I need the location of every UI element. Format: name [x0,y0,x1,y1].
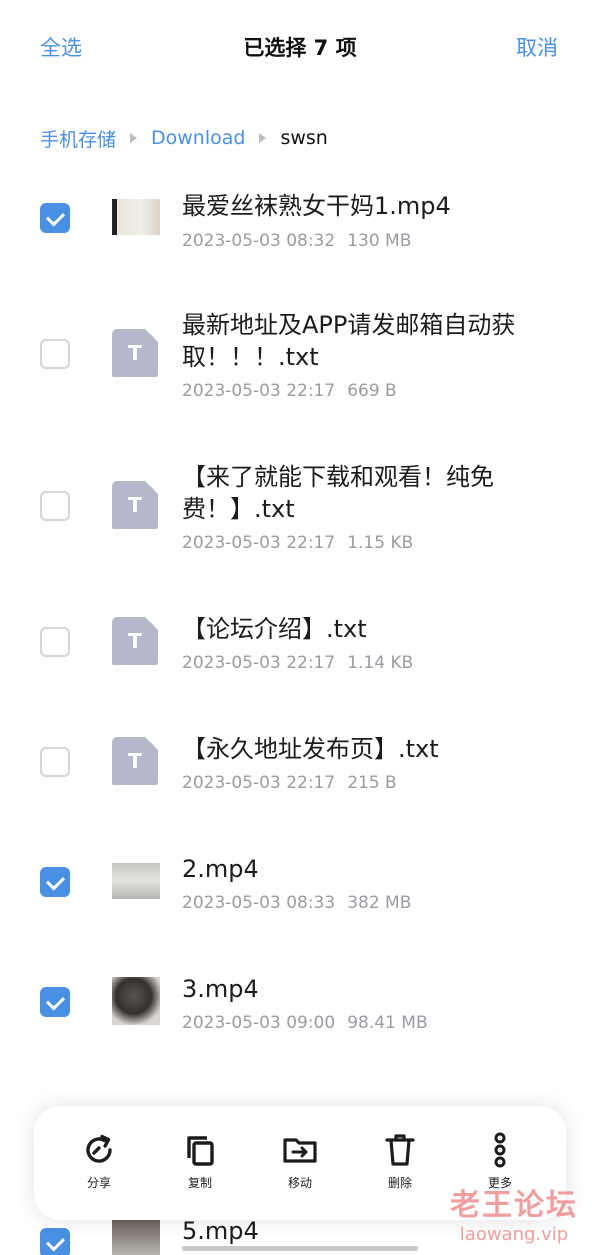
move-label: 移动 [287,1176,312,1190]
video-thumbnail [112,1220,160,1255]
checkbox-unchecked[interactable] [40,339,70,369]
checkbox-unchecked[interactable] [40,627,70,657]
checkbox-unchecked[interactable] [40,491,70,521]
video-thumbnail [112,193,160,241]
file-date: 2023-05-03 22:17 [182,381,336,401]
delete-label: 删除 [387,1176,412,1190]
copy-button[interactable]: 复制 [160,1132,240,1191]
file-row[interactable]: 最爱丝袜熟女干妈1.mp4 2023-05-03 08:32 130 MB [0,186,600,266]
file-date: 2023-05-03 08:33 [182,893,336,913]
file-size: 98.41 MB [347,1013,428,1033]
file-name: 2.mp4 [182,855,259,883]
watermark: 老王论坛 laowang.vip [444,1180,584,1245]
move-folder-icon [283,1138,317,1163]
file-name: 【论坛介绍】.txt [182,615,367,643]
video-thumbnail [112,857,160,905]
breadcrumb: 手机存储 Download swsn [40,124,328,152]
share-button[interactable]: 分享 [59,1132,139,1191]
file-meta: 2023-05-03 08:33 382 MB [182,893,411,913]
file-row[interactable]: 3.mp4 2023-05-03 09:00 98.41 MB [0,972,600,1042]
file-meta: 2023-05-03 22:17 215 B [182,773,397,793]
file-meta: 2023-05-03 09:00 98.41 MB [182,1013,428,1033]
more-icon [494,1132,506,1168]
file-name: 【来了就能下载和观看！纯免费！】.txt [182,463,494,523]
file-meta: 2023-05-03 08:32 130 MB [182,231,411,251]
file-row[interactable]: T 【来了就能下载和观看！纯免费！】.txt 2023-05-03 22:17 1… [0,458,600,558]
breadcrumb-item-download[interactable]: Download [151,127,245,149]
page-title: 已选择 7 项 [243,36,357,60]
file-meta: 2023-05-03 22:17 1.14 KB [182,653,413,673]
file-date: 2023-05-03 22:17 [182,533,336,553]
file-row[interactable]: T 【论坛介绍】.txt 2023-05-03 22:17 1.14 KB [0,612,600,682]
file-date: 2023-05-03 09:00 [182,1013,336,1033]
file-row[interactable]: 2.mp4 2023-05-03 08:33 382 MB [0,852,600,922]
file-size: 215 B [347,773,397,793]
breadcrumb-item-current: swsn [280,127,328,149]
copy-icon [187,1136,214,1166]
file-name: 【永久地址发布页】.txt [182,735,439,763]
file-meta: 2023-05-03 22:17 1.15 KB [182,533,413,553]
checkbox-checked[interactable] [40,867,70,897]
file-name: 最爱丝袜熟女干妈1.mp4 [182,192,451,220]
file-size: 130 MB [347,231,412,251]
file-size: 1.14 KB [347,653,414,673]
file-name: 3.mp4 [182,975,259,1003]
text-file-icon: T [112,329,160,377]
file-date: 2023-05-03 08:32 [182,231,336,251]
top-bar: 全选 已选择 7 项 取消 [0,0,600,100]
file-size: 1.15 KB [347,533,414,553]
file-row[interactable]: T 最新地址及APP请发邮箱自动获取！！！.txt 2023-05-03 22:… [0,306,600,406]
video-thumbnail [112,977,160,1025]
file-size: 669 B [347,381,397,401]
home-indicator [182,1246,418,1251]
file-row[interactable]: T 【永久地址发布页】.txt 2023-05-03 22:17 215 B [0,732,600,802]
watermark-en: laowang.vip [459,1224,569,1245]
file-size: 382 MB [347,893,412,913]
watermark-cn: 老王论坛 [450,1188,578,1223]
copy-label: 复制 [187,1176,212,1190]
delete-button[interactable]: 删除 [360,1132,440,1191]
checkbox-checked[interactable] [40,987,70,1017]
text-file-icon: T [112,481,160,529]
text-file-icon: T [112,737,160,785]
file-date: 2023-05-03 22:17 [182,773,336,793]
breadcrumb-item-storage[interactable]: 手机存储 [40,125,116,152]
file-meta: 2023-05-03 22:17 669 B [182,381,397,401]
file-name: 最新地址及APP请发邮箱自动获取！！！.txt [182,311,516,371]
file-date: 2023-05-03 22:17 [182,653,336,673]
checkbox-unchecked[interactable] [40,747,70,777]
checkbox-checked[interactable] [40,1228,70,1255]
cancel-button[interactable]: 取消 [516,32,558,62]
text-file-icon: T [112,617,160,665]
move-button[interactable]: 移动 [260,1132,340,1191]
trash-icon [385,1134,415,1166]
breadcrumb-separator-icon [259,133,267,143]
share-icon [86,1134,112,1163]
breadcrumb-separator-icon [130,133,138,143]
checkbox-checked[interactable] [40,203,70,233]
share-label: 分享 [86,1176,111,1190]
